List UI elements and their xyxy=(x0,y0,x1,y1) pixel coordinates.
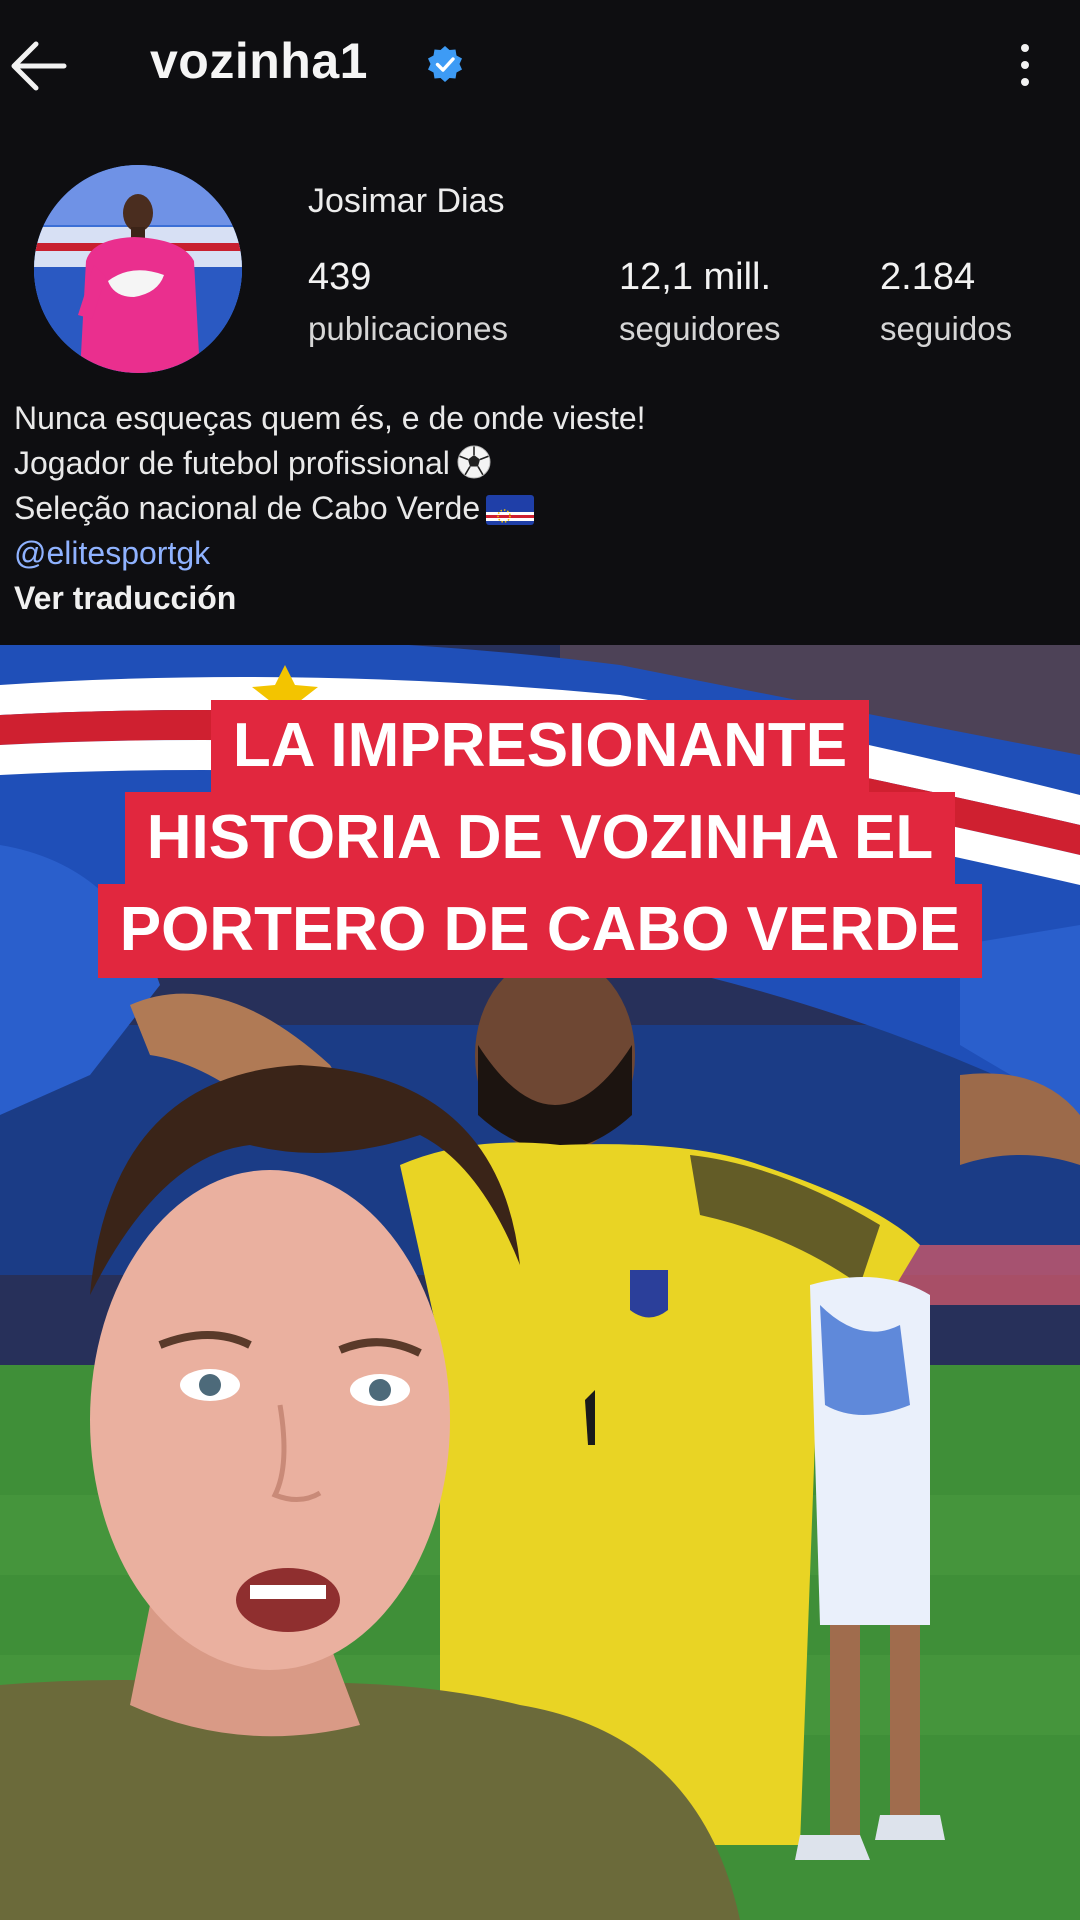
profile-display-name: Josimar Dias xyxy=(308,182,505,220)
soccer-ball-icon xyxy=(457,445,491,479)
cape-verde-flag-icon xyxy=(486,495,535,525)
headline-line-1: LA IMPRESIONANTE xyxy=(210,700,870,794)
profile-username: vozinha1 xyxy=(150,33,368,89)
video-headline: LA IMPRESIONANTE HISTORIA DE VOZINHA EL … xyxy=(0,700,1080,978)
bio-line-3: Seleção nacional de Cabo Verde xyxy=(14,486,1064,531)
stat-followers-label: seguidores xyxy=(619,310,781,347)
stat-posts-label: publicaciones xyxy=(308,310,508,347)
bio-line-2-text: Jogador de futebol profissional xyxy=(14,445,450,481)
stat-following[interactable]: 2.184 seguidos xyxy=(880,254,1012,358)
stat-posts[interactable]: 439 publicaciones xyxy=(308,254,508,358)
arrow-left-icon[interactable] xyxy=(6,38,70,94)
bio-line-3-text: Seleção nacional de Cabo Verde xyxy=(14,490,481,526)
video-frame[interactable]: LA IMPRESIONANTE HISTORIA DE VOZINHA EL … xyxy=(0,645,1080,1920)
screen: vozinha1 Josimar Dias 439 publicaciones … xyxy=(0,0,1080,1920)
translate-link[interactable]: Ver traducción xyxy=(14,576,1064,621)
more-vertical-icon[interactable] xyxy=(1010,40,1040,90)
bio-line-2: Jogador de futebol profissional xyxy=(14,441,1064,486)
profile-bio: Nunca esqueças quem és, e de onde vieste… xyxy=(14,396,1064,621)
avatar-photo xyxy=(34,165,242,373)
stat-followers[interactable]: 12,1 mill. seguidores xyxy=(619,254,780,358)
stat-following-label: seguidos xyxy=(880,310,1013,347)
stat-posts-value: 439 xyxy=(308,256,372,298)
headline-line-2: HISTORIA DE VOZINHA EL xyxy=(124,792,956,886)
headline-line-3: PORTERO DE CABO VERDE xyxy=(97,884,983,978)
stat-following-value: 2.184 xyxy=(880,256,976,298)
profile-panel: vozinha1 Josimar Dias 439 publicaciones … xyxy=(0,0,1080,645)
stat-followers-value: 12,1 mill. xyxy=(619,256,772,298)
profile-avatar[interactable] xyxy=(34,165,242,373)
bio-link[interactable]: @elitesportgk xyxy=(14,531,1064,576)
bio-line-1: Nunca esqueças quem és, e de onde vieste… xyxy=(14,400,646,436)
verified-badge-icon xyxy=(428,46,462,82)
top-bar: vozinha1 xyxy=(0,0,1080,130)
